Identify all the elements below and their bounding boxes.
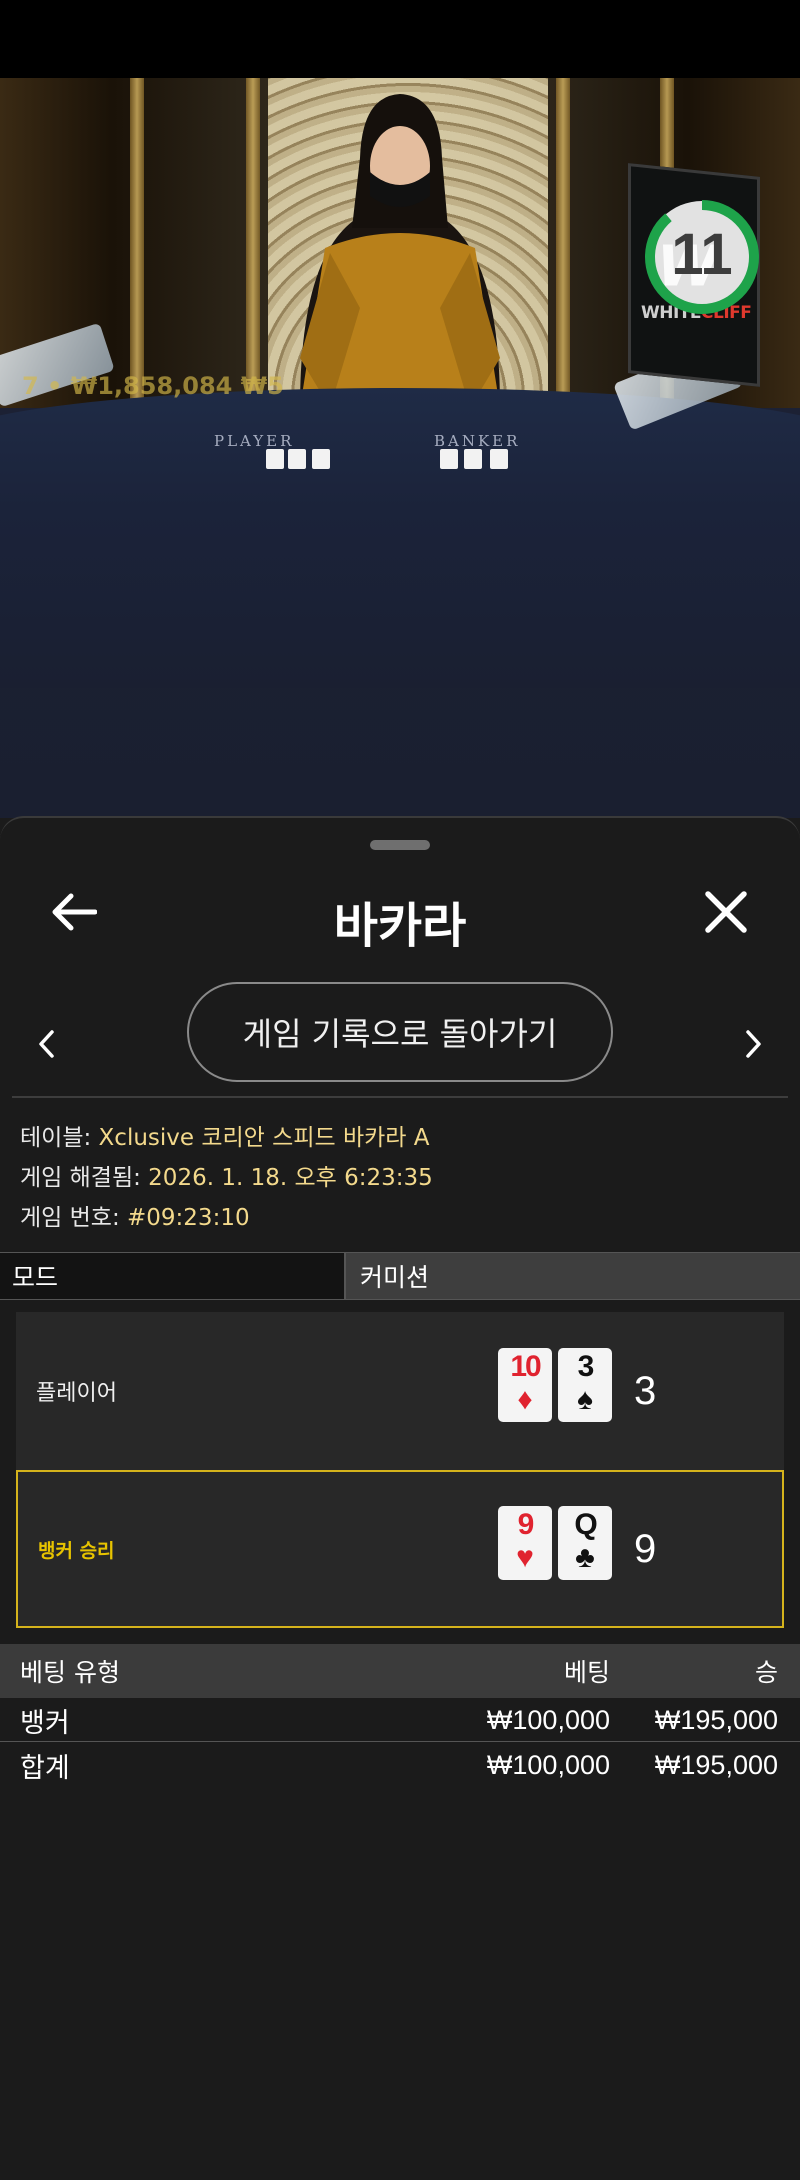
felt-card: [266, 449, 284, 469]
felt-card: [490, 449, 508, 469]
win-amount-cell: ₩195,000: [654, 1705, 778, 1735]
round-timer: 11: [638, 193, 766, 321]
felt-card: [440, 449, 458, 469]
info-resolved: 게임 해결됨: 2026. 1. 18. 오후 6:23:35: [20, 1158, 433, 1192]
felt-card: [312, 449, 330, 469]
tab-mode[interactable]: 모드: [0, 1253, 346, 1299]
baccarat-table: [0, 388, 800, 688]
next-game-button[interactable]: [736, 1014, 772, 1074]
total-row: 합계 ₩100,000 ₩195,000: [0, 1744, 800, 1786]
arrow-left-icon: [52, 893, 97, 931]
close-icon: [705, 891, 747, 933]
game-history-sheet: 바카라 게임 기록으로 돌아가기 테이블: Xclusive 코리안 스피드 바…: [0, 816, 800, 2180]
tab-commission[interactable]: 커미션: [346, 1253, 800, 1299]
sheet-drag-handle[interactable]: [370, 840, 430, 850]
banker-score: 9: [634, 1526, 657, 1571]
close-button[interactable]: [698, 884, 754, 940]
chevron-left-icon: [39, 1030, 54, 1058]
header-win: 승: [754, 1658, 778, 1687]
info-resolved-value: 2026. 1. 18. 오후 6:23:35: [148, 1165, 433, 1191]
felt-card: [464, 449, 482, 469]
back-to-history-button[interactable]: 게임 기록으로 돌아가기: [187, 982, 613, 1082]
total-win: ₩195,000: [654, 1749, 778, 1780]
player-label: 플레이어: [36, 1381, 117, 1406]
felt-card: [288, 449, 306, 469]
total-bet: ₩100,000: [486, 1749, 610, 1780]
page-title: 바카라: [333, 898, 467, 954]
player-result-row: 플레이어 10 ♦ 3 ♠ 3: [16, 1312, 784, 1470]
previous-game-button[interactable]: [28, 1014, 64, 1074]
mode-tabs: 모드 커미션: [0, 1252, 800, 1300]
banker-result-row: 뱅커 승리 9 ♥ Q ♣ 9: [16, 1470, 784, 1628]
info-table-value: Xclusive 코리안 스피드 바카라 A: [98, 1125, 430, 1151]
divider: [12, 1096, 788, 1098]
banker-win-label: 뱅커 승리: [38, 1539, 115, 1562]
table-bet-overlay: 7 • ₩1,858,084 ₩5: [22, 372, 284, 400]
bets-table-header: 베팅 유형 베팅 승: [0, 1644, 800, 1698]
player-score: 3: [634, 1368, 657, 1413]
felt-banker-label: BANKER: [434, 432, 521, 450]
playing-card: 10 ♦: [498, 1348, 552, 1422]
felt-player-label: PLAYER: [214, 432, 295, 450]
bet-amount-cell: ₩100,000: [486, 1705, 610, 1735]
info-table: 테이블: Xclusive 코리안 스피드 바카라 A: [20, 1118, 429, 1152]
info-resolved-label: 게임 해결됨:: [20, 1165, 149, 1191]
info-table-label: 테이블:: [20, 1125, 99, 1151]
total-label: 합계: [20, 1752, 70, 1783]
chevron-right-icon: [746, 1030, 761, 1058]
status-bar: [0, 0, 800, 78]
info-number-label: 게임 번호:: [20, 1205, 128, 1231]
bet-type-cell: 뱅커: [20, 1708, 70, 1738]
back-button[interactable]: [46, 884, 102, 940]
playing-card: 3 ♠: [558, 1348, 612, 1422]
timer-value: 11: [671, 222, 733, 287]
table-row: 뱅커 ₩100,000 ₩195,000: [0, 1700, 800, 1742]
live-video-stream[interactable]: 7 • ₩1,858,084 ₩5 PLAYER BANKER W WHITEC…: [0, 78, 800, 818]
playing-card: Q ♣: [558, 1506, 612, 1580]
header-bet-type: 베팅 유형: [20, 1658, 120, 1687]
playing-card: 9 ♥: [498, 1506, 552, 1580]
info-game-number: 게임 번호: #09:23:10: [20, 1198, 250, 1232]
info-number-value: #09:23:10: [127, 1205, 250, 1231]
header-bet: 베팅: [563, 1658, 610, 1687]
